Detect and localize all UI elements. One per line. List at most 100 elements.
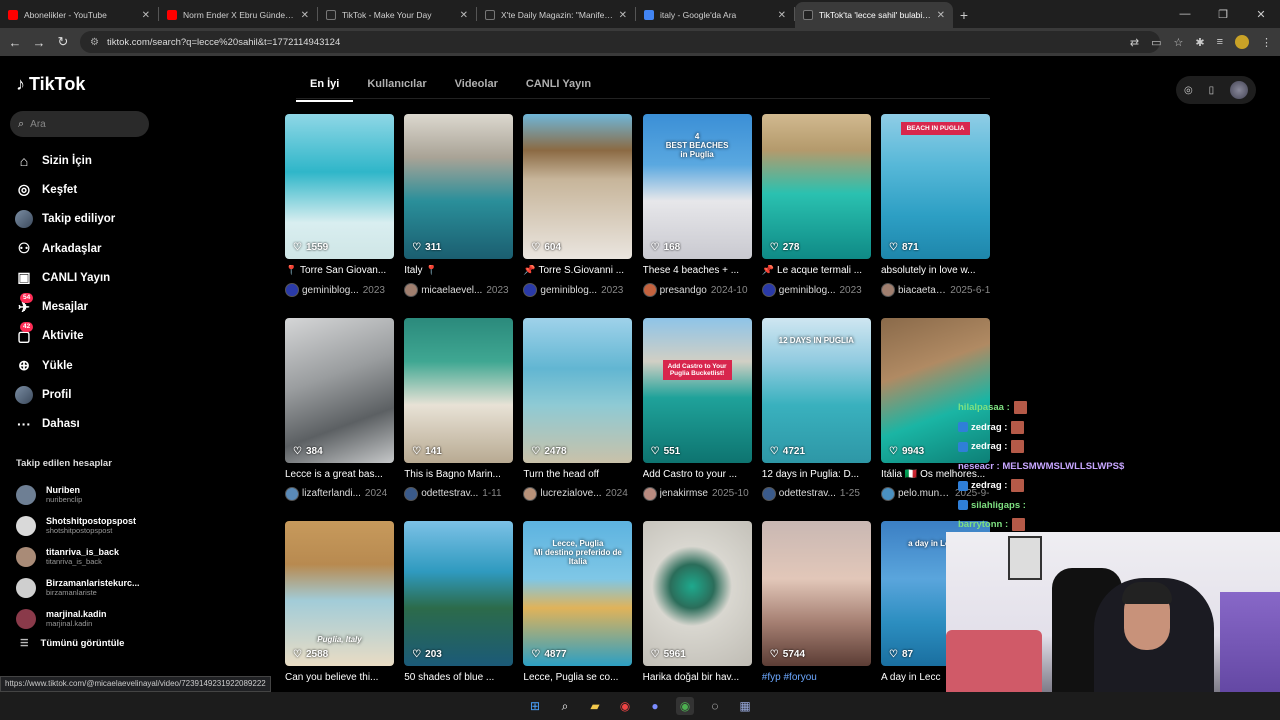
- video-card[interactable]: Add Castro to Your Puglia Bucketlist! ♡ 55…: [642, 317, 752, 501]
- video-description[interactable]: 50 shades of blue ...: [404, 672, 513, 685]
- reload-icon[interactable]: ↻: [51, 34, 75, 50]
- video-card[interactable]: ♡ 311 Italy 📍 micaelaevel... 2023: [404, 114, 514, 297]
- video-card[interactable]: Lecce, Puglia Mi destino preferido de It…: [523, 521, 633, 685]
- video-thumbnail[interactable]: 4 BEST BEACHES in Puglia ♡ 168: [642, 114, 752, 259]
- search-input[interactable]: ⌕ Ara: [10, 111, 149, 137]
- video-card[interactable]: ♡ 2478 Turn the head off lucrezialove... 202…: [523, 317, 633, 501]
- uploader-name[interactable]: micaelaevel...: [421, 285, 482, 296]
- uploader-name[interactable]: presandgo: [660, 285, 707, 296]
- video-card[interactable]: ♡ 384 Lecce is a great bas... lizafterlandi…: [285, 317, 394, 501]
- uploader-name[interactable]: odettestrav...: [779, 488, 836, 499]
- browser-tab[interactable]: Abonelikler - YouTube ✕: [0, 2, 158, 28]
- uploader-name[interactable]: geminiblog...: [540, 285, 597, 296]
- windows-start-icon[interactable]: ⊞: [526, 697, 544, 715]
- tiktok-logo[interactable]: ♪ TikTok: [16, 74, 85, 95]
- video-card[interactable]: 4 BEST BEACHES in Puglia ♡ 168 These 4 beac…: [642, 114, 752, 297]
- browser-menu-icon[interactable]: ⋮: [1261, 36, 1272, 49]
- restore-icon[interactable]: ❐: [1204, 0, 1242, 28]
- profile-avatar-icon[interactable]: [1235, 35, 1249, 49]
- uploader-name[interactable]: biacaetano_: [898, 285, 946, 296]
- tab-close-icon[interactable]: ✕: [937, 10, 945, 21]
- video-card[interactable]: ♡ 5744 #fyp #foryou: [761, 521, 871, 685]
- video-description[interactable]: Turn the head off: [523, 469, 632, 482]
- browser-tab[interactable]: TikTok - Make Your Day ✕: [318, 2, 476, 28]
- tab-close-icon[interactable]: ✕: [778, 10, 786, 21]
- obs-icon[interactable]: ◌: [706, 697, 724, 715]
- address-bar[interactable]: ⚙ tiktok.com/search?q=lecce%20sahil&t=17…: [80, 31, 1160, 53]
- uploader-avatar[interactable]: [642, 283, 657, 297]
- video-description[interactable]: #fyp #foryou: [762, 672, 871, 685]
- video-description[interactable]: Italy 📍: [404, 265, 513, 278]
- video-card[interactable]: ♡ 1559 📍 Torre San Giovan... geminiblog... 2…: [285, 114, 394, 297]
- nav-item[interactable]: ··· Dahası: [14, 410, 154, 439]
- video-thumbnail[interactable]: ♡ 141: [404, 317, 514, 463]
- video-description[interactable]: This is Bagno Marin...: [404, 469, 513, 482]
- video-card[interactable]: ♡ 5961 Harika doğal bir hav...: [642, 521, 752, 685]
- uploader-name[interactable]: pelo.mundo...: [898, 488, 951, 499]
- video-card[interactable]: ♡ 278 📌 Le acque termali ... geminiblog... 2…: [761, 114, 871, 297]
- uploader-name[interactable]: geminiblog...: [779, 285, 836, 296]
- file-explorer-icon[interactable]: ▰: [586, 697, 604, 715]
- nav-item[interactable]: ⊕ Yükle: [14, 351, 154, 380]
- uploader-avatar[interactable]: [642, 486, 657, 501]
- video-thumbnail[interactable]: 12 DAYS IN PUGLIA ♡ 4721: [761, 317, 871, 463]
- video-description[interactable]: These 4 beaches + ...: [643, 265, 752, 278]
- uploader-avatar[interactable]: [404, 283, 419, 297]
- video-description[interactable]: 📌 Le acque termali ...: [762, 265, 871, 278]
- video-thumbnail[interactable]: ♡ 604: [523, 114, 633, 259]
- uploader-avatar[interactable]: [761, 486, 776, 501]
- uploader-name[interactable]: lucrezialove...: [540, 488, 601, 499]
- nav-item[interactable]: ⌂ Sizin İçin: [14, 146, 154, 175]
- video-card[interactable]: Puglia, Italy ♡ 2588 Can you believe thi...: [285, 521, 394, 685]
- uploader-avatar[interactable]: [404, 486, 419, 501]
- nav-item[interactable]: Takip ediliyor: [14, 205, 154, 234]
- video-description[interactable]: 12 days in Puglia: D...: [762, 469, 871, 482]
- media-controls-icon[interactable]: ≡: [1217, 36, 1223, 48]
- video-thumbnail[interactable]: ♡ 5961: [642, 521, 752, 666]
- video-description[interactable]: absolutely in love w...: [881, 265, 990, 278]
- video-card[interactable]: ♡ 141 This is Bagno Marin... odettestrav...…: [404, 317, 514, 501]
- video-card[interactable]: ♡ 604 📌 Torre S.Giovanni ... geminiblog... 2…: [523, 114, 633, 297]
- calculator-icon[interactable]: ▦: [736, 697, 754, 715]
- video-thumbnail[interactable]: Add Castro to Your Puglia Bucketlist! ♡ 55…: [642, 317, 752, 463]
- video-thumbnail[interactable]: ♡ 384: [285, 317, 394, 463]
- video-description[interactable]: 📍 Torre San Giovan...: [285, 265, 394, 278]
- tab-close-icon[interactable]: ✕: [142, 10, 150, 21]
- followed-account[interactable]: Nuriben nuribenclip: [16, 479, 156, 510]
- tab-close-icon[interactable]: ✕: [460, 10, 468, 21]
- uploader-name[interactable]: odettestrav...: [421, 488, 478, 499]
- video-description[interactable]: Can you believe thi...: [285, 672, 394, 685]
- translate-icon[interactable]: ⇄: [1130, 36, 1139, 49]
- video-thumbnail[interactable]: ♡ 1559: [285, 114, 394, 259]
- nav-item[interactable]: ▣ CANLI Yayın: [14, 263, 154, 292]
- phone-icon[interactable]: ▯: [1209, 85, 1215, 96]
- chrome-active-icon[interactable]: ◉: [676, 697, 694, 715]
- bookmark-star-icon[interactable]: ☆: [1173, 36, 1183, 49]
- uploader-avatar[interactable]: [523, 283, 538, 297]
- video-thumbnail[interactable]: ♡ 278: [761, 114, 871, 259]
- nav-item[interactable]: ✈ 54 Mesajlar: [14, 292, 154, 321]
- discord-icon[interactable]: ●: [646, 697, 664, 715]
- nav-item[interactable]: ▢ 42 Aktivite: [14, 322, 154, 351]
- video-card[interactable]: BEACH IN PUGLIA ♡ 871 absolutely in love w.…: [881, 114, 990, 297]
- uploader-avatar[interactable]: [523, 486, 538, 501]
- video-card[interactable]: 12 DAYS IN PUGLIA ♡ 4721 12 days in Puglia:…: [761, 317, 871, 501]
- browser-tab[interactable]: X'te Daily Magazin: "Manifest o ✕: [477, 2, 635, 28]
- video-description[interactable]: Harika doğal bir hav...: [643, 672, 752, 685]
- followed-account[interactable]: marjinal.kadin marjinal.kadin: [16, 603, 156, 634]
- video-description[interactable]: Add Castro to your ...: [643, 469, 752, 482]
- followed-account[interactable]: Shotshitpostopspost shotshitpostopspost: [16, 510, 156, 541]
- close-window-icon[interactable]: ✕: [1242, 0, 1280, 28]
- video-thumbnail[interactable]: ♡ 203: [404, 521, 514, 666]
- compass-small-icon[interactable]: ◎: [1184, 85, 1193, 96]
- video-thumbnail[interactable]: ♡ 311: [404, 114, 514, 259]
- video-thumbnail[interactable]: BEACH IN PUGLIA ♡ 871: [881, 114, 990, 259]
- uploader-avatar[interactable]: [761, 283, 776, 297]
- video-description[interactable]: Lecce, Puglia se co...: [523, 672, 632, 685]
- see-all-button[interactable]: ☰ Tümünü görüntüle: [20, 638, 124, 649]
- minimize-icon[interactable]: —: [1166, 0, 1204, 28]
- extensions-icon[interactable]: ✱: [1195, 36, 1204, 49]
- taskbar-search-icon[interactable]: ⌕: [556, 697, 574, 715]
- video-thumbnail[interactable]: ♡ 5744: [761, 521, 871, 666]
- video-description[interactable]: 📌 Torre S.Giovanni ...: [523, 265, 632, 278]
